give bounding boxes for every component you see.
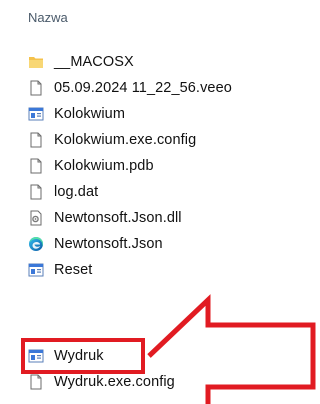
annotation-arrow (147, 294, 316, 404)
